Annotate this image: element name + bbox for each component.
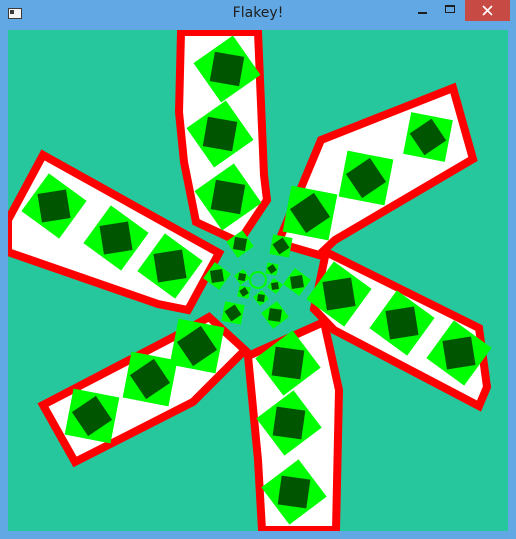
close-icon — [482, 5, 493, 16]
diamond — [237, 285, 251, 299]
diamond — [338, 150, 394, 206]
diamond-inner — [37, 189, 71, 223]
diamond-inner — [271, 346, 305, 380]
diamond-inner — [202, 116, 238, 152]
diamond-inner — [268, 308, 282, 322]
diamond — [403, 112, 453, 162]
diamond — [269, 234, 293, 258]
diamond-inner — [272, 406, 306, 440]
diamond — [122, 351, 178, 407]
diamond-inner — [270, 281, 280, 291]
diamond — [221, 301, 245, 325]
game-canvas[interactable] — [8, 30, 508, 531]
diamond-inner — [153, 249, 187, 283]
diamond-inner — [277, 475, 311, 509]
diamond-inner — [442, 336, 476, 370]
minimize-button[interactable] — [409, 0, 436, 21]
diamond-inner — [257, 294, 265, 302]
app-window: Flakey! — [0, 0, 516, 539]
diamond — [265, 262, 279, 276]
diamond-inner — [209, 268, 225, 284]
diamond-inner — [209, 51, 245, 87]
diamond-inner — [99, 221, 133, 255]
diamond — [64, 388, 120, 444]
snowflake-drawing — [8, 30, 508, 531]
close-button[interactable] — [465, 0, 510, 21]
diamond-inner — [289, 274, 305, 290]
diamond — [169, 318, 225, 374]
diamond-inner — [322, 277, 356, 311]
center-dot — [249, 271, 267, 289]
diamond-inner — [210, 179, 246, 215]
diamond — [282, 185, 338, 241]
diamond-inner — [232, 236, 248, 252]
diamond-inner — [385, 306, 419, 340]
maximize-button[interactable] — [437, 0, 464, 21]
title-bar[interactable]: Flakey! — [0, 0, 516, 30]
diamond-inner — [237, 272, 247, 282]
